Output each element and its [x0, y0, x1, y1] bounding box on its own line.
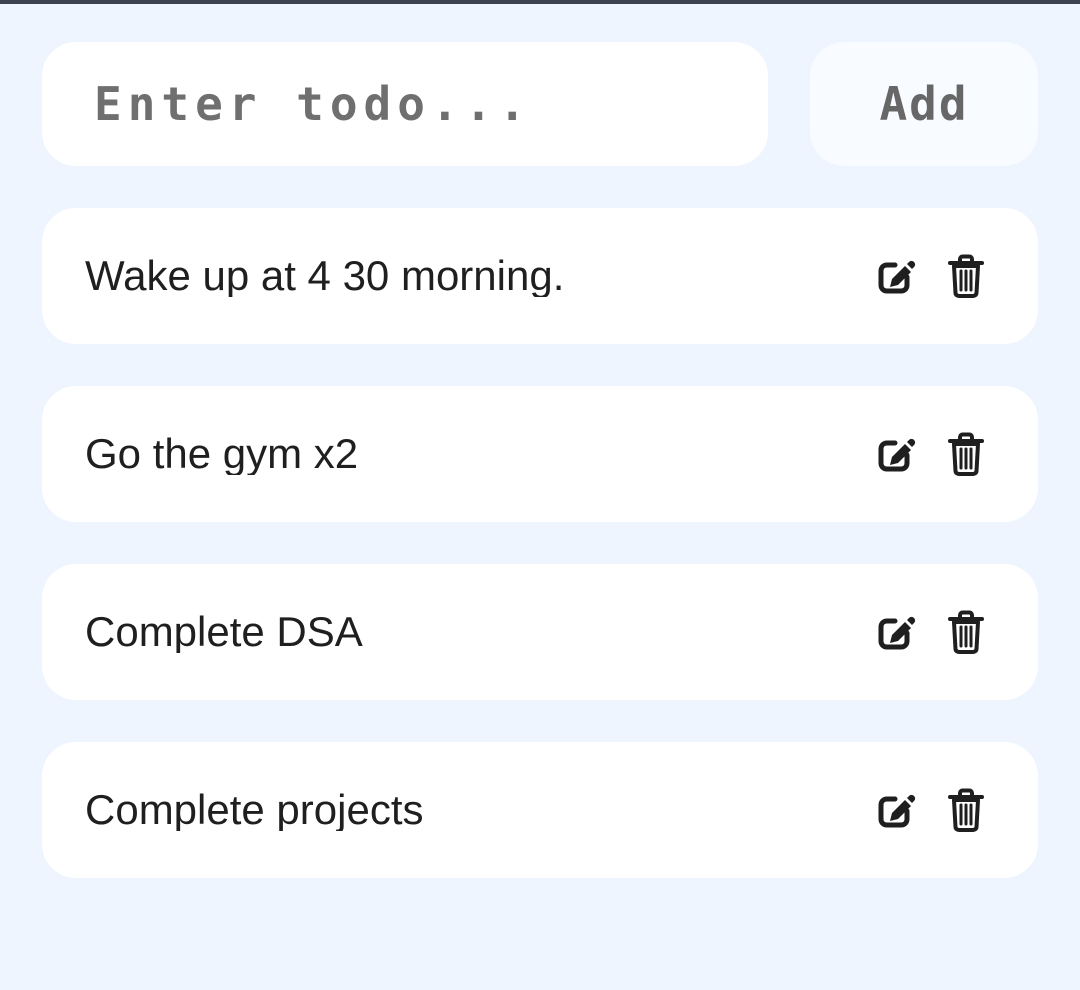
todo-text: Complete DSA: [85, 611, 363, 653]
todo-input[interactable]: [42, 42, 768, 166]
edit-icon[interactable]: [876, 432, 916, 476]
todo-text: Complete projects: [85, 789, 424, 831]
todo-item: Wake up at 4 30 morning.: [42, 208, 1038, 344]
edit-icon[interactable]: [876, 254, 916, 298]
todo-actions: [876, 254, 986, 298]
todo-item: Complete projects: [42, 742, 1038, 878]
edit-icon[interactable]: [876, 788, 916, 832]
trash-icon[interactable]: [946, 788, 986, 832]
top-border: [0, 0, 1080, 4]
todo-text: Wake up at 4 30 morning.: [85, 255, 565, 297]
add-button[interactable]: Add: [810, 42, 1038, 166]
todo-input-row: Add: [42, 42, 1038, 166]
trash-icon[interactable]: [946, 610, 986, 654]
trash-icon[interactable]: [946, 432, 986, 476]
todo-actions: [876, 788, 986, 832]
todo-item: Complete DSA: [42, 564, 1038, 700]
todo-actions: [876, 610, 986, 654]
trash-icon[interactable]: [946, 254, 986, 298]
todo-list: Wake up at 4 30 morning. Go the gym x2 C…: [42, 208, 1038, 920]
todo-actions: [876, 432, 986, 476]
todo-item: Go the gym x2: [42, 386, 1038, 522]
todo-text: Go the gym x2: [85, 433, 359, 475]
edit-icon[interactable]: [876, 610, 916, 654]
